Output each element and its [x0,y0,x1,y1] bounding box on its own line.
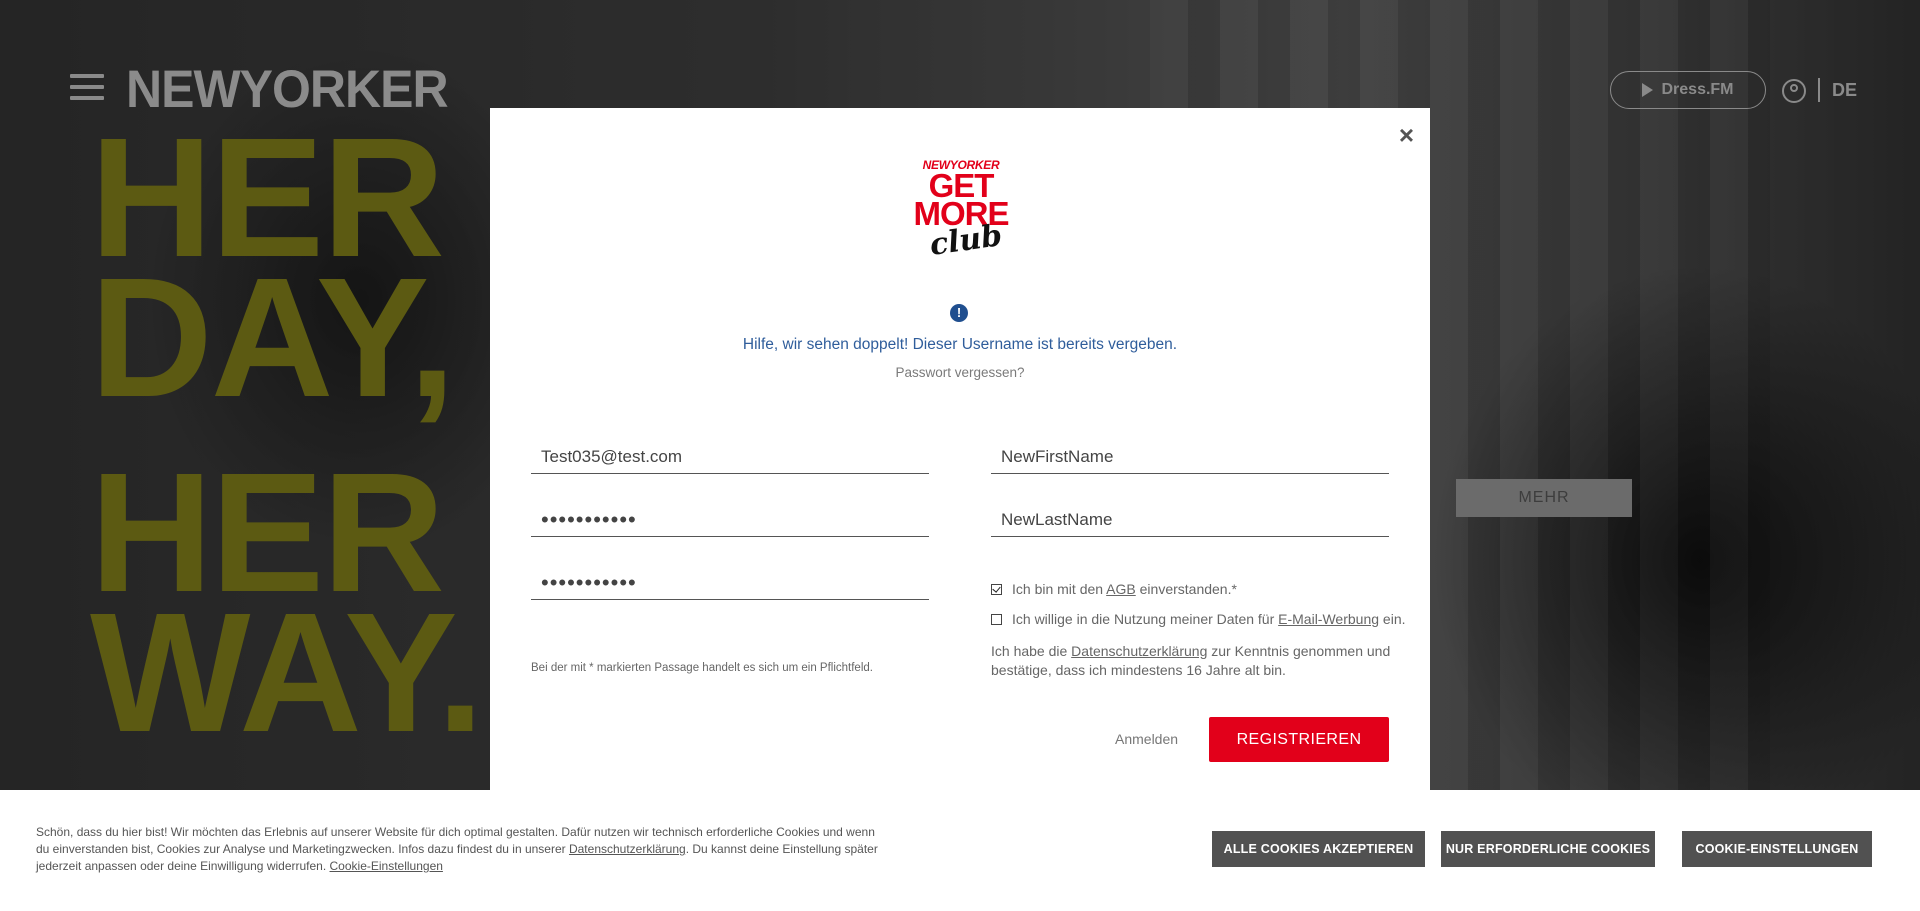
newsletter-label: Ich willige in die Nutzung meiner Daten … [1012,611,1406,627]
email-advertising-link[interactable]: E-Mail-Werbung [1278,611,1379,627]
lastname-field[interactable] [991,507,1389,537]
play-icon [1642,83,1654,97]
menu-icon[interactable] [70,74,104,104]
info-icon: ! [950,304,968,322]
error-message: Hilfe, wir sehen doppelt! Dieser Usernam… [742,336,1178,353]
logo-club: club [927,218,1005,263]
password-confirm-field[interactable] [531,570,929,600]
hero-line-2: DAY, [90,243,456,433]
registration-modal: × NEWYORKER GET MORE club ! Hilfe, wir s… [490,108,1430,798]
agb-consent-row: Ich bin mit den AGB einverstanden.* [991,581,1237,597]
accept-all-cookies-button[interactable]: ALLE COOKIES AKZEPTIEREN [1212,831,1425,867]
cookie-settings-link[interactable]: Cookie-Einstellungen [330,859,443,873]
required-field-note: Bei der mit * markierten Passage handelt… [531,662,873,674]
header-divider [1818,78,1820,102]
cookie-privacy-link[interactable]: Datenschutzerklärung [569,842,686,856]
firstname-field[interactable] [991,444,1389,474]
hero-line-4: WAY. [90,578,484,768]
cookie-text: Schön, dass du hier bist! Wir möchten da… [36,825,878,873]
agb-checkbox[interactable] [991,583,1002,595]
privacy-policy-link[interactable]: Datenschutzerklärung [1071,643,1207,659]
privacy-notice: Ich habe die Datenschutzerklärung zur Ke… [991,643,1391,678]
necessary-cookies-button[interactable]: NUR ERFORDERLICHE COOKIES [1441,831,1655,867]
dressfm-label: Dress.FM [1661,81,1734,98]
hero-headline: HER DAY, HER WAY. [90,113,484,768]
close-icon[interactable]: × [1399,120,1414,151]
language-selector[interactable]: DE [1832,80,1857,101]
forgot-password-link[interactable]: Passwort vergessen? [490,365,1430,380]
more-button[interactable]: MEHR [1456,479,1632,517]
user-account-icon[interactable] [1782,79,1806,103]
email-field[interactable] [531,444,929,474]
agb-label: Ich bin mit den AGB einverstanden.* [1012,581,1237,597]
agb-link[interactable]: AGB [1106,581,1136,597]
get-more-club-logo: NEWYORKER GET MORE club [909,158,1013,268]
dressfm-button[interactable]: Dress.FM [1610,71,1766,109]
newsletter-consent-row: Ich willige in die Nutzung meiner Daten … [991,611,1406,627]
login-link[interactable]: Anmelden [1115,731,1178,747]
password-field[interactable] [531,507,929,537]
cookie-banner: Schön, dass du hier bist! Wir möchten da… [0,790,1920,911]
register-button[interactable]: REGISTRIEREN [1209,717,1389,762]
newsletter-checkbox[interactable] [991,613,1002,625]
cookie-settings-button[interactable]: COOKIE-EINSTELLUNGEN [1682,831,1872,867]
